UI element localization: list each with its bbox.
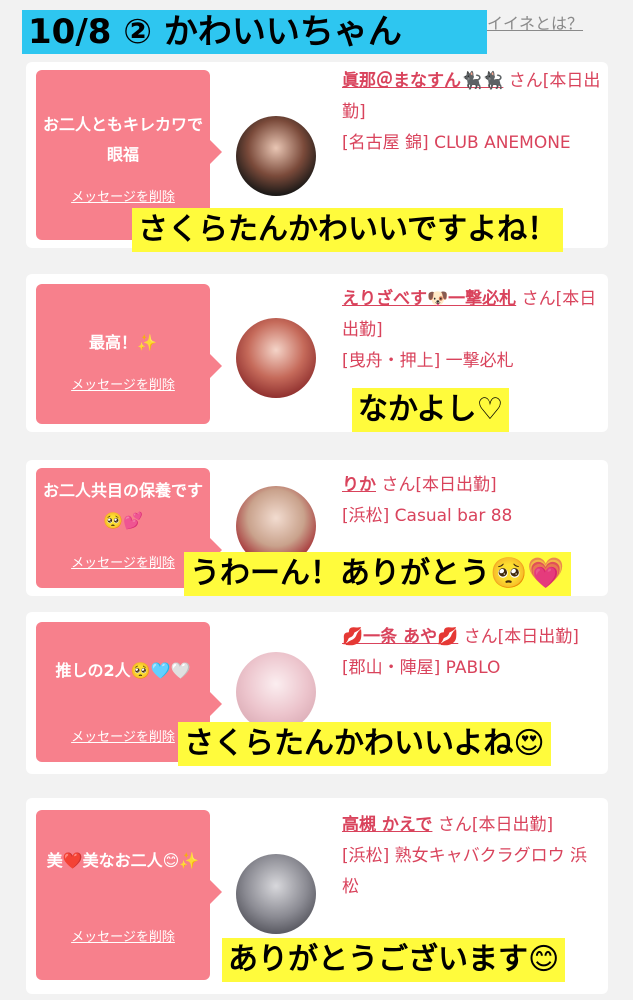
avatar[interactable] — [236, 854, 316, 934]
message-bubble: 美❤️美なお二人😊✨ メッセージを削除 — [36, 810, 222, 980]
message-text: お二人共目の保養です🥺💕 — [42, 481, 203, 530]
cast-name-link[interactable]: 眞那＠まなすん🐈‍⬛🐈‍⬛ — [342, 71, 503, 91]
cast-name-link[interactable]: 💋一条 あや💋 — [342, 627, 458, 647]
cast-store: [名古屋 錦] CLUB ANEMONE — [342, 133, 571, 153]
avatar[interactable] — [236, 318, 316, 398]
delete-message-link[interactable]: メッセージを削除 — [36, 374, 210, 393]
caption-overlay: うわーん！ありがとう🥺💗 — [184, 552, 571, 596]
caption-overlay: ありがとうございます😊 — [222, 938, 566, 982]
message-text: お二人ともキレカワで眼福 — [42, 115, 203, 164]
iine-help-link[interactable]: イイネとは？ — [487, 10, 583, 34]
cast-store: [曳舟・押上] 一撃必札 — [342, 351, 514, 371]
message-bubble: 最高！✨ メッセージを削除 — [36, 284, 222, 424]
cast-name-link[interactable]: 高槻 かえで — [342, 815, 432, 835]
delete-message-link[interactable]: メッセージを削除 — [36, 186, 210, 205]
avatar[interactable] — [236, 116, 316, 196]
caption-overlay: さくらたんかわいいよね😍 — [178, 722, 551, 766]
caption-overlay: なかよし♡ — [352, 388, 510, 432]
cast-info: りか さん[本日出勤] [浜松] Casual bar 88 — [342, 470, 602, 532]
message-text: 美❤️美なお二人😊✨ — [46, 851, 200, 870]
cast-store: [浜松] 熟女キャバクラグロウ 浜松 — [342, 846, 588, 897]
message-text: 最高！✨ — [89, 333, 157, 352]
cast-info: 高槻 かえで さん[本日出勤] [浜松] 熟女キャバクラグロウ 浜松 — [342, 810, 602, 903]
cast-info: 💋一条 あや💋 さん[本日出勤] [郡山・陣屋] PABLO — [342, 622, 602, 684]
avatar[interactable] — [236, 652, 316, 732]
caption-overlay: さくらたんかわいいですよね！ — [132, 208, 564, 252]
like-card: 最高！✨ メッセージを削除 えりざべす🐶一撃必札 さん[本日出勤] [曳舟・押上… — [26, 274, 608, 432]
delete-message-link[interactable]: メッセージを削除 — [36, 926, 210, 945]
cast-name-link[interactable]: えりざべす🐶一撃必札 — [342, 289, 516, 309]
cast-info: えりざべす🐶一撃必札 さん[本日出勤] [曳舟・押上] 一撃必札 — [342, 284, 602, 377]
page-title: 10/8 ② かわいいちゃん — [22, 10, 487, 54]
cast-info: 眞那＠まなすん🐈‍⬛🐈‍⬛ さん[本日出勤] [名古屋 錦] CLUB ANEM… — [342, 66, 602, 159]
cast-store: [郡山・陣屋] PABLO — [342, 658, 501, 678]
cast-name-link[interactable]: りか — [342, 475, 376, 495]
cast-status: さん[本日出勤] — [437, 815, 554, 835]
cast-status: さん[本日出勤] — [463, 627, 579, 647]
cast-status: さん[本日出勤] — [381, 475, 497, 495]
message-text: 推しの2人🥺🩵🤍 — [55, 661, 191, 680]
cast-store: [浜松] Casual bar 88 — [342, 506, 513, 526]
